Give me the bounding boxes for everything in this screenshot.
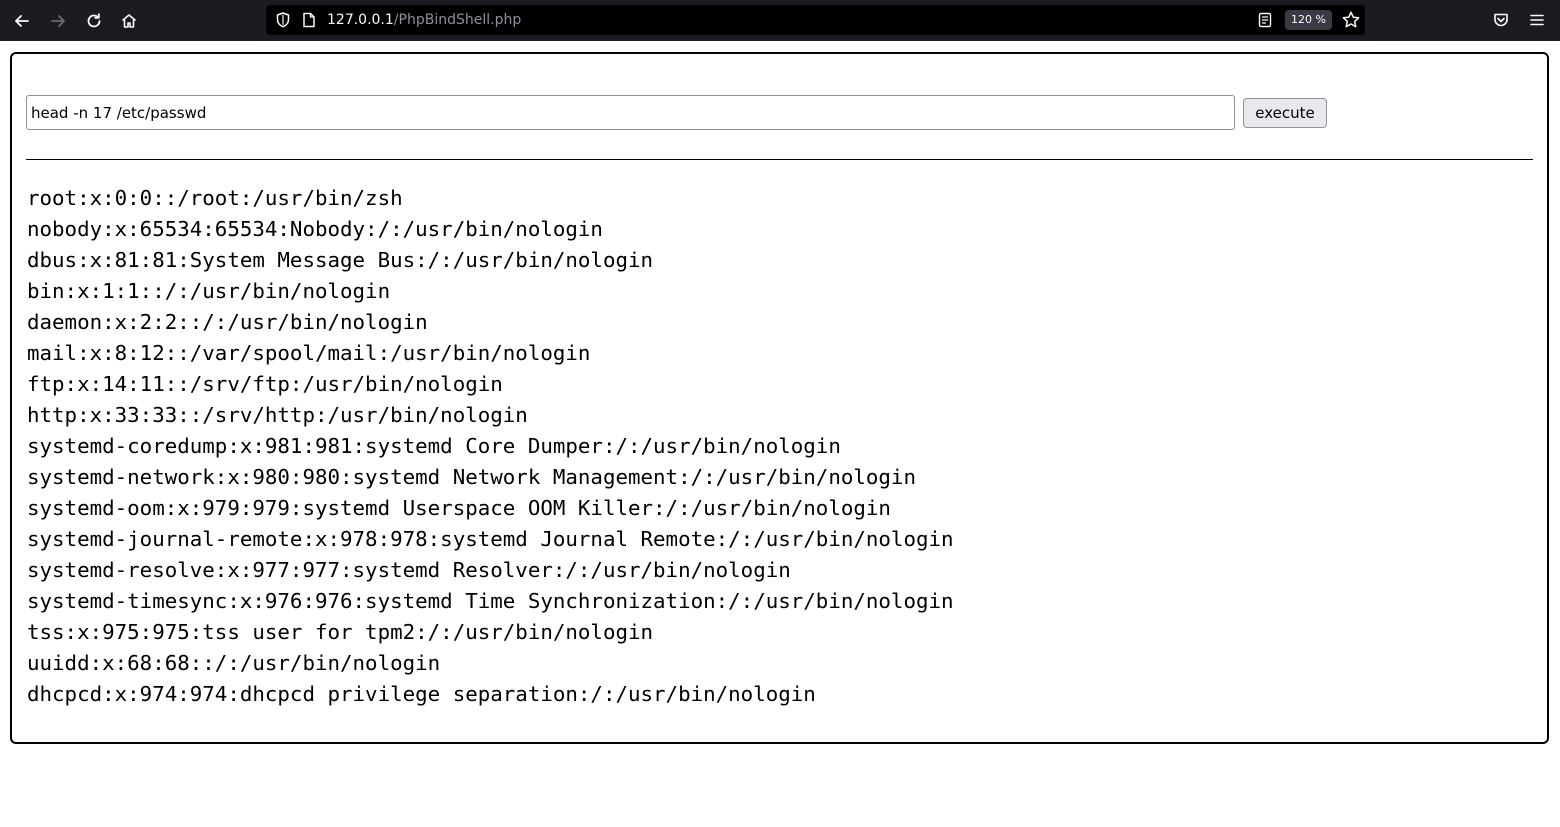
reload-button[interactable] (81, 8, 107, 34)
command-input[interactable] (26, 95, 1235, 130)
hamburger-menu-icon (1530, 14, 1544, 26)
output-line: uuidd:x:68:68::/:/usr/bin/nologin (27, 651, 441, 675)
back-arrow-icon (15, 15, 29, 27)
pocket-icon (1494, 13, 1508, 27)
forward-arrow-icon (51, 15, 65, 27)
page-icon[interactable] (300, 11, 318, 29)
output-line: systemd-journal-remote:x:978:978:systemd… (27, 527, 954, 551)
horizontal-rule (26, 159, 1533, 160)
star-icon[interactable] (1341, 10, 1361, 30)
output-line: mail:x:8:12::/var/spool/mail:/usr/bin/no… (27, 341, 591, 365)
output-line: daemon:x:2:2::/:/usr/bin/nologin (27, 310, 428, 334)
output-line: systemd-network:x:980:980:systemd Networ… (27, 465, 916, 489)
url-bar[interactable]: 127.0.0.1/PhpBindShell.php 120 % (266, 5, 1365, 35)
pocket-button[interactable] (1490, 9, 1512, 31)
command-output: root:x:0:0::/root:/usr/bin/zshnobody:x:6… (27, 183, 954, 710)
home-button[interactable] (116, 8, 142, 34)
output-line: http:x:33:33::/srv/http:/usr/bin/nologin (27, 403, 528, 427)
output-line: systemd-coredump:x:981:981:systemd Core … (27, 434, 841, 458)
output-line: tss:x:975:975:tss user for tpm2:/:/usr/b… (27, 620, 654, 644)
shield-icon[interactable] (274, 11, 292, 29)
output-line: bin:x:1:1::/:/usr/bin/nologin (27, 279, 391, 303)
output-line: dhcpcd:x:974:974:dhcpcd privilege separa… (27, 682, 816, 706)
menu-button[interactable] (1526, 9, 1548, 31)
zoom-level-badge[interactable]: 120 % (1285, 10, 1332, 30)
url-text[interactable]: 127.0.0.1/PhpBindShell.php (327, 5, 521, 35)
output-line: systemd-timesync:x:976:976:systemd Time … (27, 589, 954, 613)
output-line: dbus:x:81:81:System Message Bus:/:/usr/b… (27, 248, 654, 272)
url-host: 127.0.0.1 (327, 12, 394, 28)
home-icon (121, 14, 137, 28)
browser-toolbar: 127.0.0.1/PhpBindShell.php 120 % (0, 0, 1560, 41)
output-line: systemd-resolve:x:977:977:systemd Resolv… (27, 558, 791, 582)
reload-icon (87, 13, 101, 28)
output-line: systemd-oom:x:979:979:systemd Userspace … (27, 496, 891, 520)
execute-button[interactable]: execute (1243, 98, 1327, 128)
back-button[interactable] (9, 8, 35, 34)
url-path: /PhpBindShell.php (393, 12, 522, 28)
reader-view-icon[interactable] (1256, 11, 1274, 29)
output-line: root:x:0:0::/root:/usr/bin/zsh (27, 186, 403, 210)
forward-button[interactable] (45, 8, 71, 34)
output-line: nobody:x:65534:65534:Nobody:/:/usr/bin/n… (27, 217, 603, 241)
output-line: ftp:x:14:11::/srv/ftp:/usr/bin/nologin (27, 372, 503, 396)
